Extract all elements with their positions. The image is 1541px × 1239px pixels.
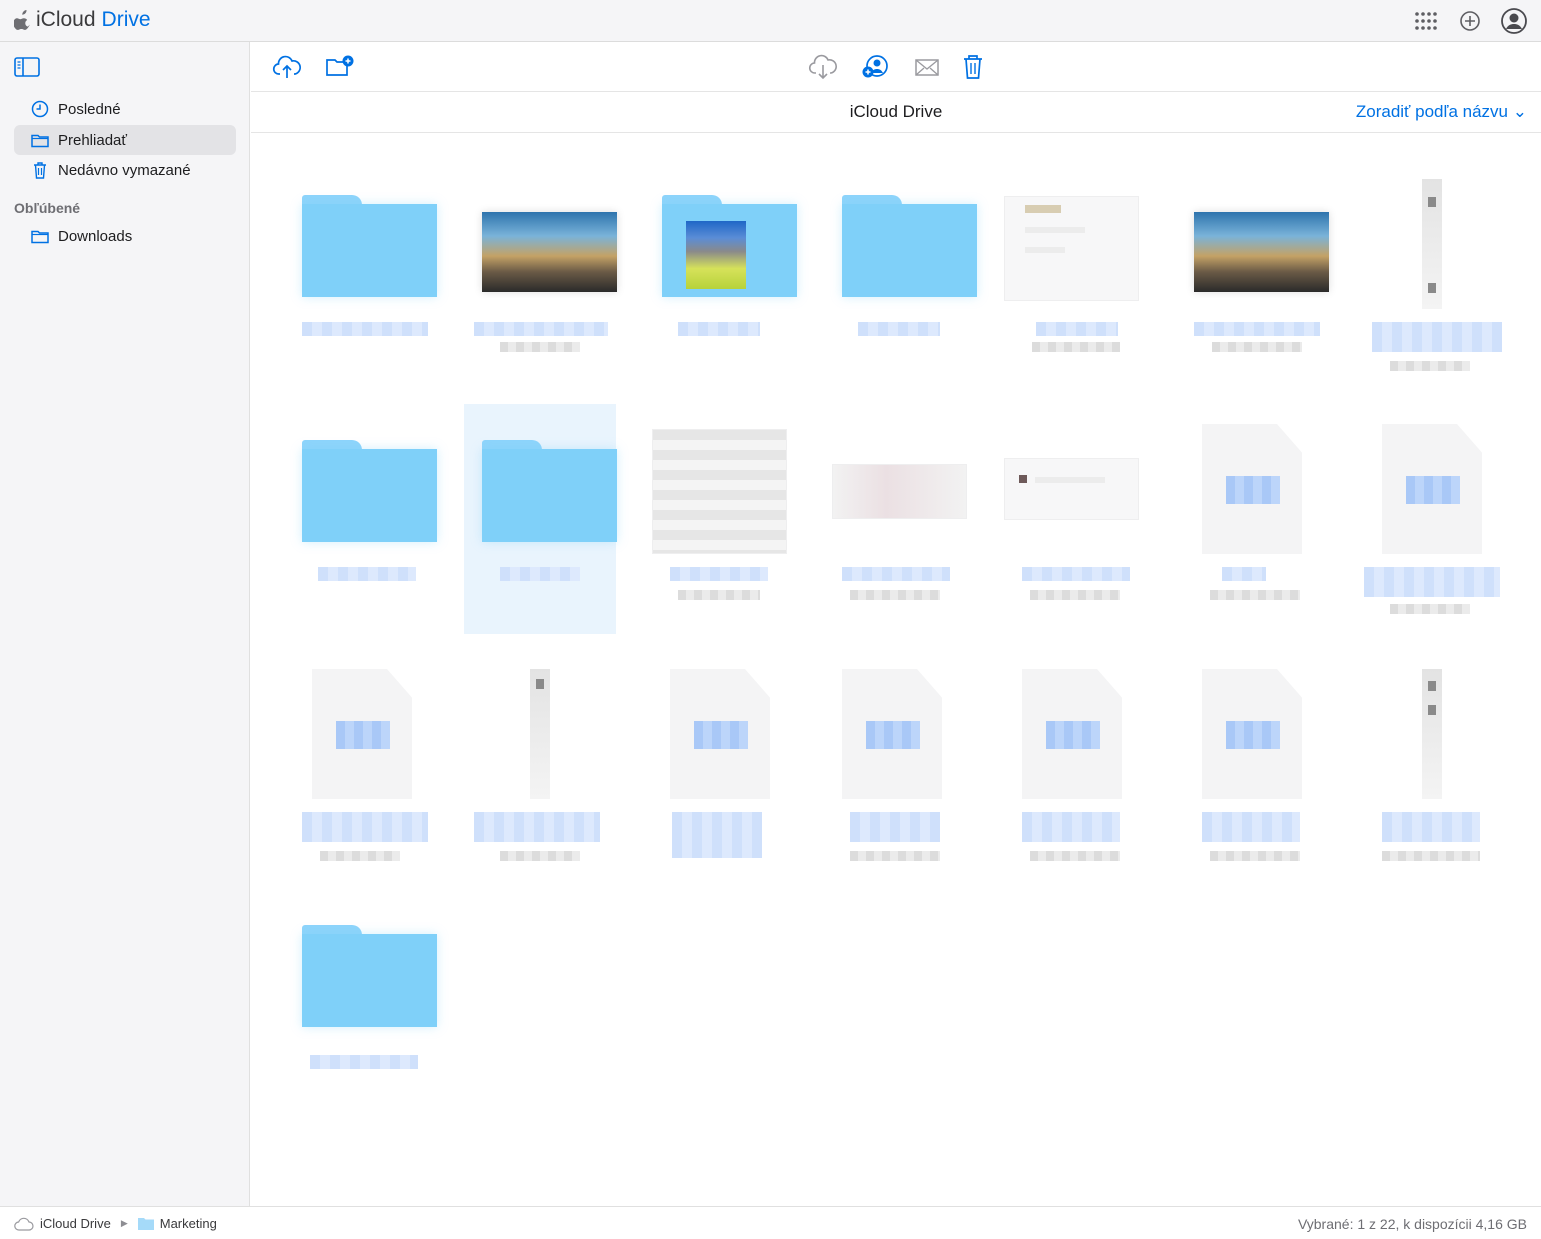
item-name: [1022, 567, 1130, 581]
brand-accent-text: Drive: [101, 8, 151, 31]
clock-icon: [31, 100, 49, 118]
apps-grid-icon[interactable]: [1413, 8, 1439, 34]
status-bar: iCloud Drive ▶ Marketing Vybrané: 1 z 22…: [0, 1206, 1541, 1239]
item-name: [318, 567, 416, 581]
sidebar-item-recently-deleted[interactable]: Nedávno vymazané: [14, 155, 236, 185]
pdf-icon: [1202, 669, 1302, 799]
sort-label: Zoradiť podľa názvu: [1355, 102, 1509, 121]
folder-icon: [137, 1218, 154, 1230]
apple-logo-icon: [14, 10, 30, 30]
item-name: [302, 812, 428, 842]
folder-icon: [31, 230, 49, 244]
sidebar-item-recents[interactable]: Posledné: [14, 94, 236, 124]
page-title: iCloud Drive: [849, 102, 943, 121]
trash-icon: [34, 162, 46, 179]
sidebar-item-label: Downloads: [58, 227, 133, 245]
item-meta: [1030, 851, 1120, 861]
pdf-icon: [312, 669, 412, 799]
brand-text: iCloud: [36, 8, 96, 31]
item-name: [670, 567, 768, 581]
item-name: [1372, 322, 1502, 352]
sidebar-item-browse[interactable]: Prehliadať: [14, 125, 236, 155]
sidebar-item-label: Prehliadať: [58, 131, 128, 149]
mail-icon[interactable]: [912, 53, 942, 81]
item-name: [678, 322, 760, 336]
item-name: [474, 322, 608, 336]
item-meta: [1030, 590, 1120, 600]
account-icon[interactable]: [1501, 8, 1527, 34]
item-meta: [850, 851, 940, 861]
plus-circle-icon[interactable]: [1457, 8, 1483, 34]
breadcrumb-separator-icon: ▶: [120, 1218, 128, 1228]
item-name: [672, 812, 762, 858]
selection-status: Vybrané: 1 z 22, k dispozícii 4,16 GB: [1297, 1216, 1527, 1232]
chevron-down-icon: ⌄: [1512, 102, 1527, 121]
sort-dropdown[interactable]: Zoradiť podľa názvu ⌄: [1356, 102, 1527, 122]
image-thumbnail: [1194, 212, 1329, 292]
toolbar: [251, 42, 1541, 92]
item-name: [1222, 567, 1266, 581]
cloud-icon: [14, 1217, 34, 1231]
item-name: [500, 567, 580, 581]
item-name: [1022, 812, 1120, 842]
item-meta: [1390, 604, 1470, 614]
item-name: [1194, 322, 1320, 336]
item-meta: [500, 342, 580, 352]
sidebar-item-downloads[interactable]: Downloads: [14, 221, 236, 251]
breadcrumb-root[interactable]: iCloud Drive: [40, 1216, 111, 1231]
item-name: [474, 812, 600, 842]
item-name: [858, 322, 940, 336]
sidebar-item-label: Posledné: [58, 100, 121, 118]
item-name: [310, 1055, 418, 1069]
trash-icon[interactable]: [958, 53, 988, 81]
pdf-icon: [1382, 424, 1482, 554]
file-thumbnail: [530, 669, 550, 799]
pdf-icon: [670, 669, 770, 799]
item-meta: [1390, 361, 1470, 371]
sidebar-item-label: Nedávno vymazané: [58, 161, 191, 179]
download-icon[interactable]: [808, 53, 838, 81]
new-folder-icon[interactable]: [325, 53, 355, 81]
breadcrumb-current[interactable]: Marketing: [160, 1216, 217, 1231]
item-name: [1364, 567, 1500, 597]
item-meta: [1210, 851, 1300, 861]
file-thumbnail: [1422, 669, 1442, 799]
item-meta: [320, 851, 400, 861]
file-thumbnail: [1422, 179, 1442, 309]
document-thumbnail: [652, 429, 787, 554]
item-name: [1036, 322, 1118, 336]
document-thumbnail: [1004, 196, 1139, 301]
document-thumbnail: [1004, 458, 1139, 520]
share-person-icon[interactable]: [860, 53, 890, 81]
item-name: [302, 322, 428, 336]
item-name: [850, 812, 940, 842]
file-grid: [251, 134, 1541, 1206]
document-thumbnail: [832, 464, 967, 519]
item-meta: [1382, 851, 1480, 861]
image-thumbnail: [686, 221, 746, 289]
brand-logo[interactable]: iCloud Drive: [14, 8, 151, 32]
item-meta: [1032, 342, 1120, 352]
item-name: [1202, 812, 1300, 842]
pdf-icon: [1202, 424, 1302, 554]
image-thumbnail: [482, 212, 617, 292]
pdf-icon: [1022, 669, 1122, 799]
item-meta: [500, 851, 580, 861]
item-meta: [1212, 342, 1302, 352]
pdf-icon: [842, 669, 942, 799]
sidebar-toggle-icon[interactable]: [14, 57, 40, 77]
item-meta: [850, 590, 940, 600]
upload-icon[interactable]: [272, 53, 302, 81]
favorites-heading: Obľúbené: [14, 200, 81, 216]
breadcrumb: iCloud Drive ▶ Marketing: [14, 1216, 217, 1231]
title-bar: iCloud Drive Zoradiť podľa názvu ⌄: [251, 92, 1541, 133]
item-name: [1382, 812, 1480, 842]
folder-icon: [31, 134, 49, 148]
item-meta: [1210, 590, 1300, 600]
sidebar: Posledné Prehliadať Nedávno vymazané Obľ…: [0, 42, 250, 1206]
item-meta: [678, 590, 760, 600]
top-bar: iCloud Drive: [0, 0, 1541, 42]
item-name: [842, 567, 950, 581]
